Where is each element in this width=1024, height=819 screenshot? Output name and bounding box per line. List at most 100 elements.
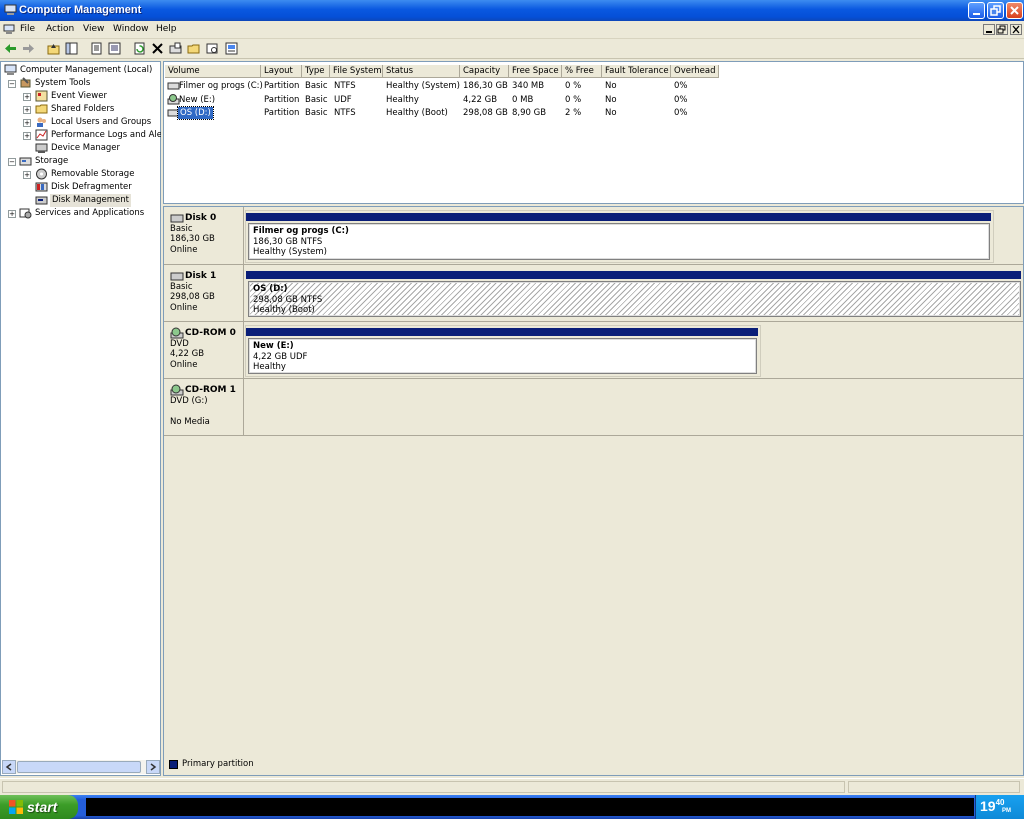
cdrom-icon xyxy=(170,327,184,339)
tree-item-removable-storage[interactable]: Removable Storage xyxy=(51,168,134,181)
forward-icon[interactable] xyxy=(22,42,35,55)
hard-disk-icon xyxy=(170,214,184,223)
table-cell-volume[interactable]: Filmer og progs (C:) xyxy=(179,80,263,92)
minimize-button[interactable] xyxy=(968,2,985,19)
table-cell: Partition xyxy=(264,81,300,91)
restore-icon xyxy=(990,5,1001,16)
table-cell: No xyxy=(605,81,617,91)
table-cell: 0% xyxy=(674,95,688,105)
horizontal-scrollbar[interactable] xyxy=(2,760,160,774)
clock-minutes: 40 xyxy=(995,798,1005,807)
menu-window[interactable]: Window xyxy=(113,24,149,34)
mdi-minimize-button[interactable] xyxy=(983,24,995,35)
expand-toggle[interactable]: + xyxy=(23,132,31,140)
column-header-status[interactable]: Status xyxy=(383,65,460,78)
table-cell: NTFS xyxy=(334,81,356,91)
table-cell: 8,90 GB xyxy=(512,108,547,118)
menu-help[interactable]: Help xyxy=(156,24,177,34)
expand-toggle[interactable]: + xyxy=(23,93,31,101)
partition-size: 298,08 GB NTFS xyxy=(253,294,323,305)
help-icon[interactable] xyxy=(225,42,238,55)
start-label: start xyxy=(27,799,58,815)
close-icon xyxy=(1012,25,1020,34)
partition-c[interactable]: Filmer og progs (C:) 186,30 GB NTFS Heal… xyxy=(248,223,990,260)
refresh-icon[interactable] xyxy=(133,42,146,55)
tree-item-device-manager[interactable]: Device Manager xyxy=(51,142,120,155)
properties-icon[interactable] xyxy=(90,42,103,55)
show-hide-tree-icon[interactable] xyxy=(65,42,78,55)
column-header-file-system[interactable]: File System xyxy=(330,65,383,78)
menu-view[interactable]: View xyxy=(83,24,104,34)
window-title: Computer Management xyxy=(19,4,142,16)
collapse-toggle[interactable]: − xyxy=(8,158,16,166)
restore-button[interactable] xyxy=(987,2,1004,19)
search-icon[interactable] xyxy=(206,42,219,55)
column-header-overhead[interactable]: Overhead xyxy=(671,65,719,78)
table-cell: No xyxy=(605,108,617,118)
tree-item-disk-defragmenter[interactable]: Disk Defragmenter xyxy=(51,181,132,194)
mdi-close-button[interactable] xyxy=(1010,24,1022,35)
title-bar[interactable]: Computer Management xyxy=(0,0,1024,21)
tree-item-services[interactable]: Services and Applications xyxy=(35,207,144,220)
show-hide-icon[interactable] xyxy=(108,42,121,55)
tree-item-performance-logs[interactable]: Performance Logs and Alerts xyxy=(51,129,161,142)
disk-label[interactable]: Disk 0 Basic 186,30 GB Online xyxy=(164,207,244,264)
tree-item-system-tools[interactable]: System Tools xyxy=(35,77,90,90)
tree-item-local-users[interactable]: Local Users and Groups xyxy=(51,116,151,129)
disk-row[interactable]: CD-ROM 1 DVD (G:) No Media xyxy=(164,379,1023,436)
disk-row[interactable]: Disk 0 Basic 186,30 GB Online Filmer og … xyxy=(164,207,1023,265)
tree-item-disk-management[interactable]: Disk Management xyxy=(50,194,131,207)
close-button[interactable] xyxy=(1006,2,1023,19)
mdi-restore-button[interactable] xyxy=(996,24,1008,35)
scroll-left-button[interactable] xyxy=(2,760,16,774)
tree-item-root[interactable]: Computer Management (Local) xyxy=(20,64,152,77)
table-cell: Healthy (Boot) xyxy=(386,108,448,118)
scroll-thumb[interactable] xyxy=(17,761,141,773)
collapse-toggle[interactable]: − xyxy=(8,80,16,88)
partition-e[interactable]: New (E:) 4,22 GB UDF Healthy xyxy=(248,338,757,374)
table-cell: Healthy (System) xyxy=(386,81,460,91)
table-cell: Basic xyxy=(305,81,328,91)
delete-icon[interactable] xyxy=(151,42,164,55)
menu-action[interactable]: Action xyxy=(46,24,74,34)
expand-toggle[interactable]: + xyxy=(23,171,31,179)
back-icon[interactable] xyxy=(4,42,17,55)
disk-label[interactable]: Disk 1 Basic 298,08 GB Online xyxy=(164,265,244,321)
start-button[interactable]: start xyxy=(0,795,78,819)
disk-row[interactable]: Disk 1 Basic 298,08 GB Online OS (D:) 29… xyxy=(164,265,1023,322)
disk-row[interactable]: CD-ROM 0 DVD 4,22 GB Online New (E:) 4,2… xyxy=(164,322,1023,379)
disk-label[interactable]: CD-ROM 0 DVD 4,22 GB Online xyxy=(164,322,244,378)
tree-item-shared-folders[interactable]: Shared Folders xyxy=(51,103,114,116)
disk-properties-icon[interactable] xyxy=(169,42,182,55)
volume-list[interactable]: Volume Layout Type File System Status Ca… xyxy=(163,61,1024,204)
column-header-layout[interactable]: Layout xyxy=(261,65,302,78)
expand-toggle[interactable]: + xyxy=(23,106,31,114)
expand-toggle[interactable]: + xyxy=(8,210,16,218)
column-header-free-space[interactable]: Free Space xyxy=(509,65,562,78)
table-cell-volume[interactable]: New (E:) xyxy=(179,94,215,106)
console-tree[interactable]: Computer Management (Local) − System Too… xyxy=(0,61,161,776)
partition-d-selected[interactable]: OS (D:) 298,08 GB NTFS Healthy (Boot) xyxy=(248,281,1021,317)
legend-label: Primary partition xyxy=(182,759,254,769)
taskbar-band[interactable] xyxy=(86,798,974,816)
clock[interactable]: 1940 PM xyxy=(980,798,1011,814)
column-header-percent-free[interactable]: % Free xyxy=(562,65,602,78)
disk-size: 186,30 GB xyxy=(170,234,215,244)
taskbar: start 1940 PM xyxy=(0,795,1024,819)
column-header-capacity[interactable]: Capacity xyxy=(460,65,509,78)
disk-label[interactable]: CD-ROM 1 DVD (G:) No Media xyxy=(164,379,244,435)
tree-item-event-viewer[interactable]: Event Viewer xyxy=(51,90,107,103)
up-level-icon[interactable] xyxy=(47,42,60,55)
expand-toggle[interactable]: + xyxy=(23,119,31,127)
table-cell-volume-selected[interactable]: OS (D:) xyxy=(177,106,214,120)
tools-icon xyxy=(20,77,31,88)
column-header-type[interactable]: Type xyxy=(302,65,330,78)
menu-file[interactable]: File xyxy=(20,24,35,34)
scroll-right-button[interactable] xyxy=(146,760,160,774)
column-header-fault-tolerance[interactable]: Fault Tolerance xyxy=(602,65,671,78)
tree-item-storage[interactable]: Storage xyxy=(35,155,68,168)
table-cell: 0 % xyxy=(565,81,582,91)
column-header-volume[interactable]: Volume xyxy=(165,65,261,78)
app-menu-icon[interactable] xyxy=(3,24,15,35)
open-icon[interactable] xyxy=(187,42,200,55)
